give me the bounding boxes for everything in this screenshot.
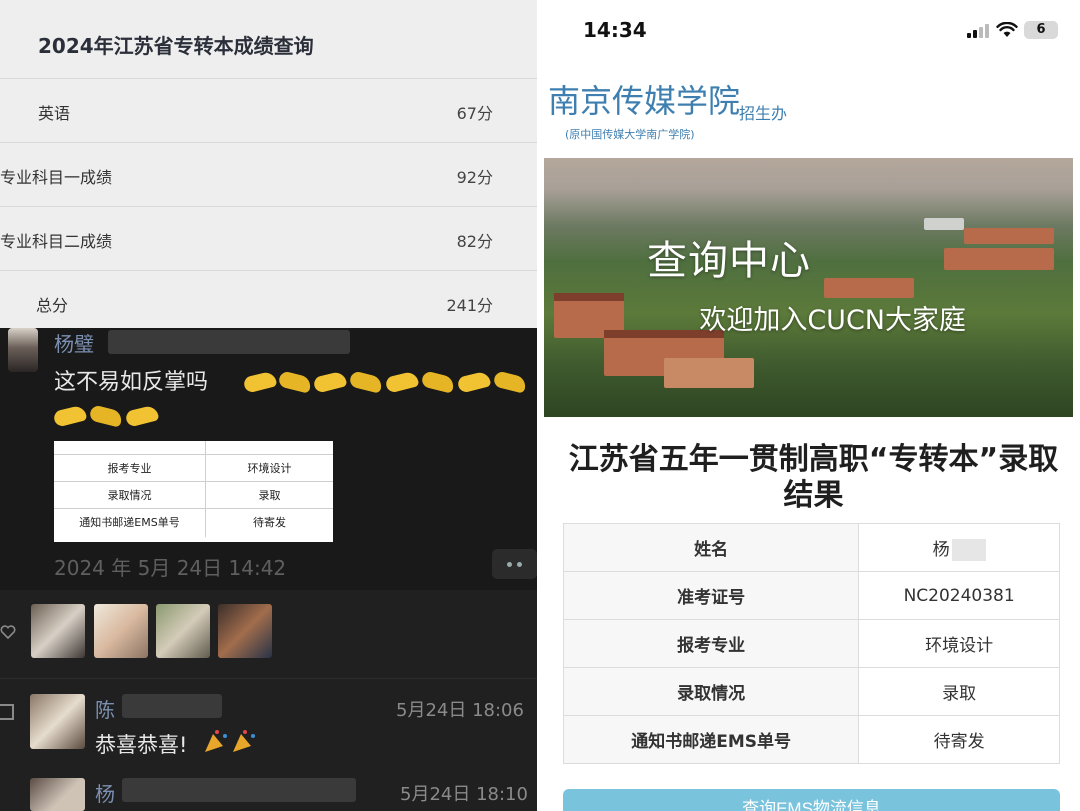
comment-text: 恭喜恭喜!	[95, 733, 188, 757]
score-row-english: 英语 67分	[0, 78, 537, 141]
score-value: 241分	[446, 296, 493, 315]
liker-avatar[interactable]	[31, 604, 85, 658]
divider	[0, 678, 537, 679]
campus-banner-image: 查询中心 欢迎加入CUCN大家庭	[544, 158, 1073, 417]
commenter-avatar[interactable]	[30, 694, 85, 749]
liker-avatar[interactable]	[156, 604, 210, 658]
dot-icon	[507, 562, 512, 567]
heart-icon	[0, 625, 16, 640]
raised-hands-emoji-icon	[52, 364, 534, 434]
name-redaction	[108, 330, 350, 354]
result-key: 报考专业	[562, 619, 860, 668]
result-value: 录取	[858, 667, 1060, 716]
table-row: 通知书邮递EMS单号 待寄发	[562, 715, 1060, 764]
comment-icon	[0, 704, 14, 720]
score-value: 92分	[456, 168, 493, 187]
image-table-value: 录取	[258, 489, 281, 502]
commenter-avatar[interactable]	[30, 778, 85, 811]
liker-avatar[interactable]	[218, 604, 272, 658]
score-label: 总分	[36, 296, 69, 315]
result-key: 通知书邮递EMS单号	[562, 715, 860, 764]
post-timestamp: 2024 年 5月 24日 14:42	[54, 556, 287, 580]
likes-and-comments-panel: 陈 5月24日 18:06 恭喜恭喜! 杨 5月24日 18:10	[0, 590, 537, 811]
query-ems-button[interactable]: 查询EMS物流信息	[563, 789, 1060, 811]
score-label: 专业科目一成绩	[0, 168, 113, 187]
result-page-title: 江苏省五年一贯制高职“专转本”录取结果	[568, 442, 1059, 513]
score-card-title: 2024年江苏省专转本成绩查询	[38, 34, 314, 58]
moments-screenshot: 2024年江苏省专转本成绩查询 英语 67分 专业科目一成绩 92分 专业科目二…	[0, 0, 537, 811]
admission-result-table: 姓名 杨 准考证号 NC20240381 报考专业 环境设计 录取情况 录取 通…	[562, 523, 1060, 764]
post-author-avatar[interactable]	[8, 328, 38, 372]
name-redaction	[951, 538, 986, 561]
score-card-photo: 2024年江苏省专转本成绩查询 英语 67分 专业科目一成绩 92分 专业科目二…	[0, 0, 537, 328]
phone-status-bar: 14:34 6	[537, 0, 1080, 60]
banner-title: 查询中心	[647, 238, 811, 284]
dot-icon	[517, 562, 522, 567]
status-clock: 14:34	[583, 18, 647, 42]
admission-result-page: 14:34 6 南京传媒学院 招生办 (原中国传媒大学南广学院) 查询中心 欢迎…	[537, 0, 1080, 811]
school-dept: 招生办	[739, 104, 788, 123]
result-value: 环境设计	[858, 619, 1060, 668]
image-table-key: 报考专业	[54, 455, 206, 483]
result-key: 准考证号	[562, 571, 860, 620]
result-key: 录取情况	[562, 667, 860, 716]
name-redaction	[122, 778, 356, 802]
image-table-key: 通知书邮递EMS单号	[54, 509, 206, 537]
party-popper-emoji-icon	[205, 730, 255, 752]
score-label: 专业科目二成绩	[0, 232, 113, 251]
result-value: NC20240381	[858, 571, 1060, 620]
score-value: 82分	[456, 232, 493, 251]
post-author-name[interactable]: 杨璧	[54, 328, 94, 357]
score-row-subject-1: 专业科目一成绩 92分	[0, 142, 537, 205]
post-image-result-table[interactable]: 报考专业 环境设计 录取情况 录取 通知书邮递EMS单号 待寄发	[54, 441, 333, 542]
comment-time: 5月24日 18:06	[396, 700, 524, 721]
result-value-name: 杨	[858, 523, 1060, 572]
table-row: 准考证号 NC20240381	[562, 571, 1060, 620]
school-former-name: (原中国传媒大学南广学院)	[565, 128, 695, 141]
commenter-name[interactable]: 杨	[95, 778, 115, 807]
battery-indicator: 6	[1024, 21, 1058, 39]
image-table-value: 待寄发	[253, 516, 286, 529]
banner-subtitle: 欢迎加入CUCN大家庭	[699, 305, 966, 336]
more-actions-button[interactable]	[492, 549, 537, 579]
score-row-total: 总分 241分	[0, 270, 537, 328]
liker-avatar[interactable]	[94, 604, 148, 658]
school-name-logo[interactable]: 南京传媒学院	[548, 76, 740, 122]
image-table-key: 录取情况	[54, 482, 206, 510]
image-table-row	[54, 441, 333, 456]
cellular-signal-icon	[967, 24, 989, 38]
table-row: 录取情况 录取	[562, 667, 1060, 716]
commenter-name[interactable]: 陈	[95, 694, 115, 723]
result-value: 待寄发	[858, 715, 1060, 764]
image-table-row: 通知书邮递EMS单号 待寄发	[54, 508, 333, 537]
image-table-row: 录取情况 录取	[54, 481, 333, 510]
name-redaction	[122, 694, 222, 718]
image-table-value: 环境设计	[247, 462, 292, 475]
score-row-subject-2: 专业科目二成绩 82分	[0, 206, 537, 269]
table-row: 报考专业 环境设计	[562, 619, 1060, 668]
table-row: 姓名 杨	[562, 523, 1060, 572]
image-table-row: 报考专业 环境设计	[54, 454, 333, 483]
comment-time: 5月24日 18:10	[400, 784, 528, 805]
wifi-icon	[996, 22, 1018, 37]
moments-post: 杨璧 这不易如反掌吗 报考专业 环境设计 录取情况 录取 通知书邮递EMS单号 …	[0, 328, 537, 811]
result-key: 姓名	[562, 523, 860, 572]
score-label: 英语	[38, 104, 71, 123]
score-value: 67分	[456, 104, 493, 123]
